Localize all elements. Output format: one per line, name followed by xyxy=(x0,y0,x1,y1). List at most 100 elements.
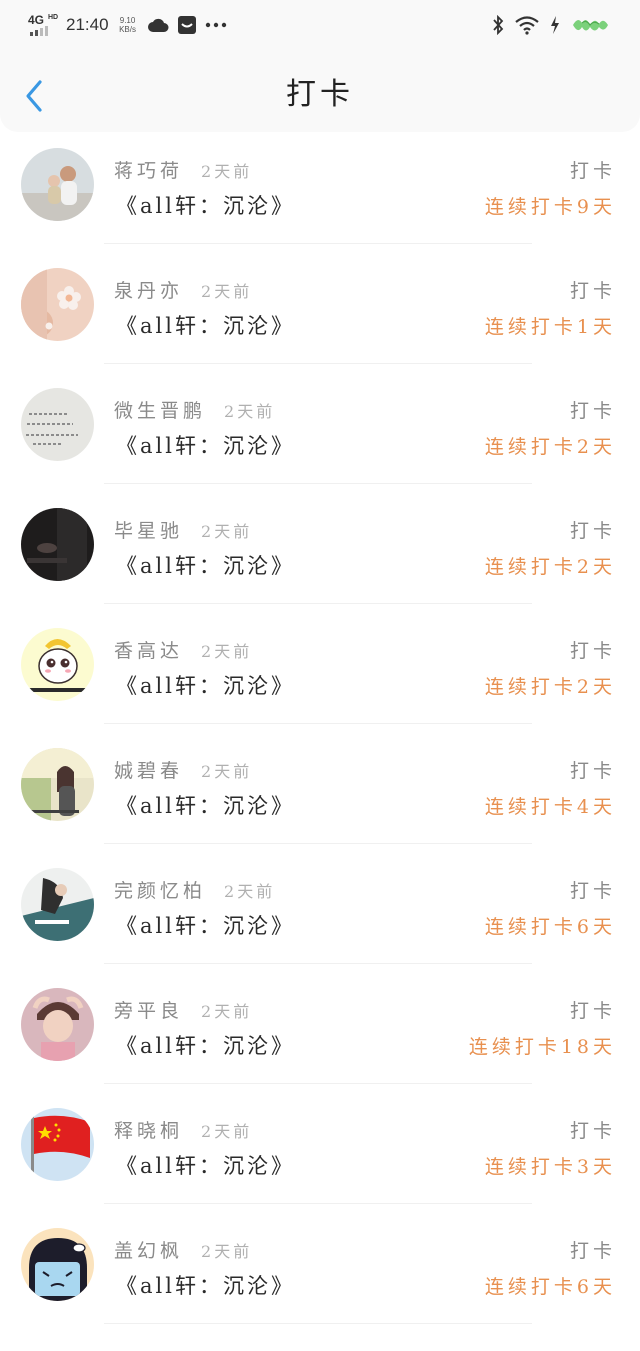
list-item[interactable]: 释晓桐 2天前 《all轩：沉沦》 打卡 连续打卡3天 xyxy=(0,1084,640,1204)
action-label: 打卡 xyxy=(569,520,616,542)
name-line: 泉丹亦 2天前 xyxy=(114,276,252,303)
book-title: 《all轩：沉沦》 xyxy=(116,314,295,338)
time-ago: 2天前 xyxy=(201,642,253,661)
bluetooth-icon xyxy=(493,15,504,35)
streak-count: 连续打卡4天 xyxy=(484,796,616,818)
signal-icon xyxy=(30,26,48,36)
book-title: 《all轩：沉沦》 xyxy=(116,1274,295,1298)
user-name: 旁平良 xyxy=(114,1000,184,1022)
speed-unit: KB/s xyxy=(119,25,136,34)
action-label: 打卡 xyxy=(569,400,616,422)
cloud-icon xyxy=(147,18,169,32)
wifi-icon xyxy=(515,16,539,35)
action-label: 打卡 xyxy=(569,160,616,182)
avatar[interactable] xyxy=(21,388,94,461)
page-title: 打卡 xyxy=(286,77,354,112)
name-line: 娍碧春 2天前 xyxy=(114,756,252,783)
checkin-list: 蒋巧荷 2天前 《all轩：沉沦》 打卡 连续打卡9天 泉丹亦 2天前 《all… xyxy=(0,124,640,1324)
streak-count: 连续打卡6天 xyxy=(484,916,616,938)
action-label: 打卡 xyxy=(569,280,616,302)
name-line: 释晓桐 2天前 xyxy=(114,1116,252,1143)
action-label: 打卡 xyxy=(569,1240,616,1262)
user-name: 泉丹亦 xyxy=(114,280,184,302)
next-row-peek xyxy=(0,1344,640,1351)
list-item[interactable]: 盖幻枫 2天前 《all轩：沉沦》 打卡 连续打卡6天 xyxy=(0,1204,640,1324)
avatar[interactable] xyxy=(21,148,94,221)
action-label: 打卡 xyxy=(569,640,616,662)
chevron-left-icon xyxy=(26,80,42,112)
avatar[interactable] xyxy=(21,508,94,581)
user-name: 娍碧春 xyxy=(114,760,184,782)
time-ago: 2天前 xyxy=(201,162,253,181)
avatar[interactable] xyxy=(21,268,94,341)
book-title: 《all轩：沉沦》 xyxy=(116,1034,295,1058)
nav-bar: 打卡 xyxy=(0,50,640,132)
user-name: 蒋巧荷 xyxy=(114,160,184,182)
name-line: 毕星驰 2天前 xyxy=(114,516,252,543)
list-item[interactable]: 香高达 2天前 《all轩：沉沦》 打卡 连续打卡2天 xyxy=(0,604,640,724)
status-bar: 4G HD 21:40 9.10 KB/s xyxy=(0,0,640,50)
time-ago: 2天前 xyxy=(201,1002,253,1021)
network-type: 4G xyxy=(28,13,45,27)
streak-count: 连续打卡1天 xyxy=(484,316,616,338)
back-button[interactable] xyxy=(22,78,50,114)
streak-count: 连续打卡2天 xyxy=(484,676,616,698)
action-label: 打卡 xyxy=(569,1120,616,1142)
avatar[interactable] xyxy=(21,1228,94,1301)
book-title: 《all轩：沉沦》 xyxy=(116,794,295,818)
action-label: 打卡 xyxy=(569,1000,616,1022)
time-ago: 2天前 xyxy=(201,1122,253,1141)
list-item[interactable]: 完颜忆柏 2天前 《all轩：沉沦》 打卡 连续打卡6天 xyxy=(0,844,640,964)
streak-count: 连续打卡9天 xyxy=(484,196,616,218)
streak-count: 连续打卡2天 xyxy=(484,556,616,578)
book-title: 《all轩：沉沦》 xyxy=(116,434,295,458)
user-name: 毕星驰 xyxy=(114,520,184,542)
book-title: 《all轩：沉沦》 xyxy=(116,194,295,218)
list-item[interactable]: 蒋巧荷 2天前 《all轩：沉沦》 打卡 连续打卡9天 xyxy=(0,124,640,244)
avatar[interactable] xyxy=(21,748,94,821)
time-ago: 2天前 xyxy=(201,522,253,541)
charging-icon xyxy=(551,16,559,34)
user-name: 释晓桐 xyxy=(114,1120,184,1142)
network-badge: HD xyxy=(48,14,59,21)
book-title: 《all轩：沉沦》 xyxy=(116,1154,295,1178)
name-line: 蒋巧荷 2天前 xyxy=(114,156,252,183)
streak-count: 连续打卡2天 xyxy=(484,436,616,458)
name-line: 完颜忆柏 2天前 xyxy=(114,876,275,903)
name-line: 旁平良 2天前 xyxy=(114,996,252,1023)
action-label: 打卡 xyxy=(569,880,616,902)
name-line: 盖幻枫 2天前 xyxy=(114,1236,252,1263)
streak-count: 连续打卡3天 xyxy=(484,1156,616,1178)
time-ago: 2天前 xyxy=(201,762,253,781)
message-icon xyxy=(177,16,196,34)
time-ago: 2天前 xyxy=(201,282,253,301)
clock: 21:40 xyxy=(66,15,109,34)
status-right xyxy=(492,15,612,35)
time-ago: 2天前 xyxy=(201,1242,253,1261)
network-speed: 9.10 KB/s xyxy=(117,16,139,34)
battery-icon xyxy=(573,19,608,31)
book-title: 《all轩：沉沦》 xyxy=(116,914,295,938)
speed-value: 9.10 xyxy=(119,16,136,25)
list-item[interactable]: 毕星驰 2天前 《all轩：沉沦》 打卡 连续打卡2天 xyxy=(0,484,640,604)
name-line: 微生晋鹏 2天前 xyxy=(114,396,275,423)
action-label: 打卡 xyxy=(569,760,616,782)
avatar[interactable] xyxy=(21,988,94,1061)
list-item[interactable]: 旁平良 2天前 《all轩：沉沦》 打卡 连续打卡18天 xyxy=(0,964,640,1084)
list-item[interactable]: 微生晋鹏 2天前 《all轩：沉沦》 打卡 连续打卡2天 xyxy=(0,364,640,484)
book-title: 《all轩：沉沦》 xyxy=(116,554,295,578)
network-indicator: 4G HD xyxy=(28,14,58,36)
divider xyxy=(104,1323,532,1324)
avatar[interactable] xyxy=(21,868,94,941)
user-name: 完颜忆柏 xyxy=(114,880,207,902)
avatar[interactable] xyxy=(21,628,94,701)
status-left: 4G HD 21:40 9.10 KB/s xyxy=(28,14,227,36)
streak-count: 连续打卡18天 xyxy=(468,1036,616,1058)
list-item[interactable]: 泉丹亦 2天前 《all轩：沉沦》 打卡 连续打卡1天 xyxy=(0,244,640,364)
streak-count: 连续打卡6天 xyxy=(484,1276,616,1298)
avatar[interactable] xyxy=(21,1108,94,1181)
time-ago: 2天前 xyxy=(224,882,276,901)
user-name: 香高达 xyxy=(114,640,184,662)
more-icon xyxy=(205,22,226,28)
list-item[interactable]: 娍碧春 2天前 《all轩：沉沦》 打卡 连续打卡4天 xyxy=(0,724,640,844)
